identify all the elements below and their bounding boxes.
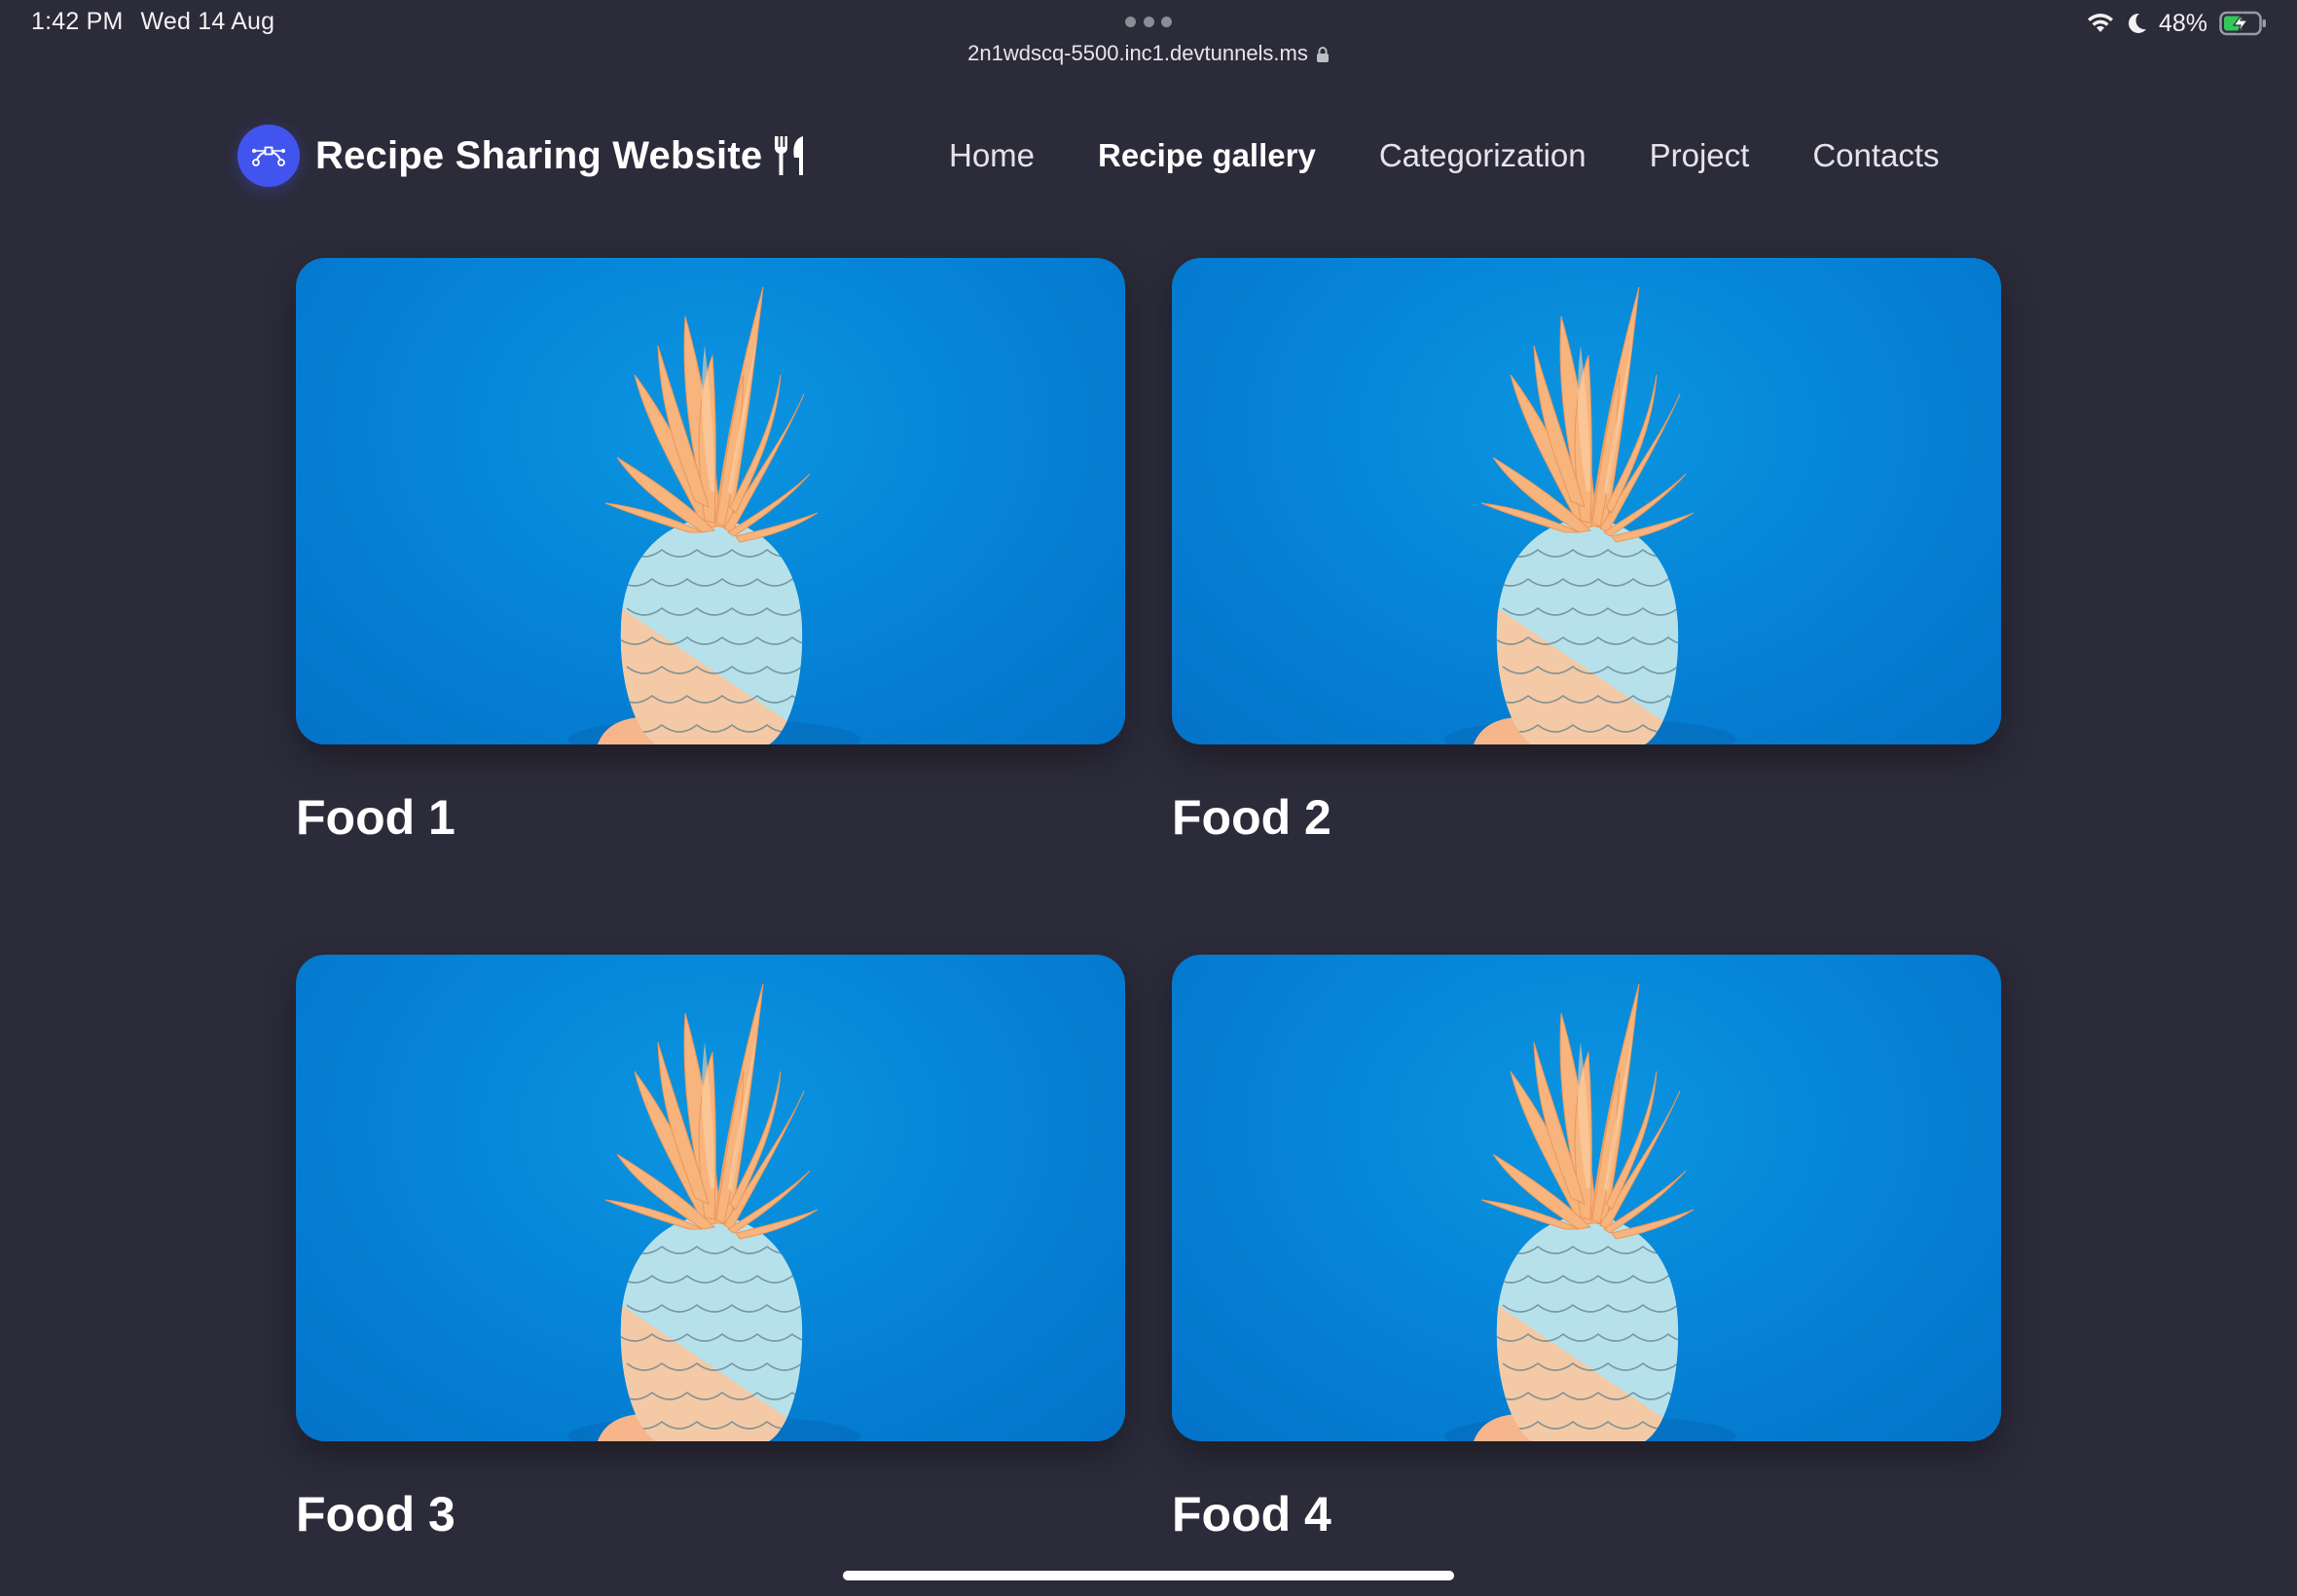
main-navigation: Home Recipe gallery Categorization Proje… (949, 125, 1940, 187)
wifi-icon (2087, 13, 2114, 34)
nav-project[interactable]: Project (1650, 137, 1750, 174)
status-time-date: 1:42 PM Wed 14 Aug (31, 8, 292, 36)
battery-percentage: 48% (2158, 9, 2207, 37)
recipe-card[interactable]: Food 3 (296, 955, 1125, 1539)
nav-contacts[interactable]: Contacts (1812, 137, 1939, 174)
recipe-card-title[interactable]: Food 4 (1172, 1490, 2001, 1539)
multitasking-dots-icon[interactable] (1125, 17, 1172, 28)
recipe-card[interactable]: Food 4 (1172, 955, 2001, 1539)
ipad-screen: 1:42 PM Wed 14 Aug 2n1wdscq-5500.inc1.dev… (0, 0, 2297, 1596)
recipe-card-title[interactable]: Food 1 (296, 793, 1125, 842)
recipe-card-title[interactable]: Food 3 (296, 1490, 1125, 1539)
status-time: 1:42 PM (31, 8, 124, 35)
pineapple-photo[interactable] (296, 955, 1125, 1441)
recipe-card[interactable]: Food 2 (1172, 258, 2001, 842)
recipe-card-title[interactable]: Food 2 (1172, 793, 2001, 842)
status-date: Wed 14 Aug (140, 8, 275, 35)
moon-icon (2126, 12, 2147, 35)
url-bar[interactable]: 2n1wdscq-5500.inc1.devtunnels.ms (0, 41, 2297, 66)
battery-charging-icon (2219, 11, 2268, 36)
fork-knife-icon (772, 134, 807, 177)
site-brand[interactable]: Recipe Sharing Website (237, 125, 807, 187)
status-indicators: 48% (2087, 8, 2268, 39)
nav-recipe-gallery[interactable]: Recipe gallery (1098, 137, 1316, 174)
lock-icon (1316, 44, 1330, 63)
pineapple-photo[interactable] (1172, 955, 2001, 1441)
site-title: Recipe Sharing Website (315, 133, 763, 177)
pineapple-photo[interactable] (296, 258, 1125, 744)
nav-home[interactable]: Home (949, 137, 1035, 174)
home-indicator[interactable] (843, 1571, 1454, 1580)
pineapple-photo[interactable] (1172, 258, 2001, 744)
nav-categorization[interactable]: Categorization (1379, 137, 1586, 174)
bezier-curve-icon (237, 125, 300, 187)
recipe-card[interactable]: Food 1 (296, 258, 1125, 842)
url-text: 2n1wdscq-5500.inc1.devtunnels.ms (967, 41, 1308, 65)
